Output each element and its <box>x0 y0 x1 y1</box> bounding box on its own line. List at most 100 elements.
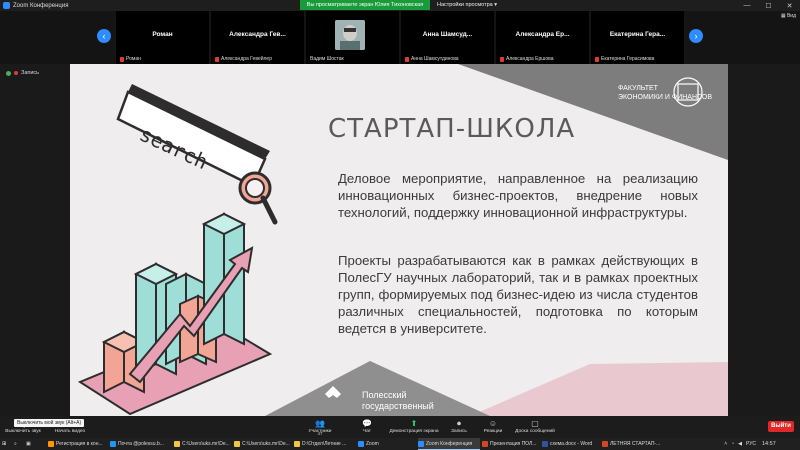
whiteboard-button[interactable]: ▢ Доска сообщений <box>510 416 560 438</box>
zoom-icon <box>358 441 364 447</box>
participant-label: Анна Шамсутдинова <box>405 56 459 62</box>
participant-tile[interactable]: Александра Гев... Александра Гевейлер <box>211 11 304 64</box>
taskbar-item-label: C:\Users\uks.mr\De... <box>182 441 230 447</box>
zoom-logo-icon <box>3 2 10 9</box>
search-icon[interactable]: ⌕ <box>14 438 24 450</box>
folder-icon <box>174 441 180 447</box>
taskbar-item[interactable]: Презентация ПОЛ... <box>482 438 540 450</box>
taskbar-item-label: Zoom <box>366 441 379 447</box>
powerpoint-icon <box>602 441 608 447</box>
share-screen-button[interactable]: ⬆ Демонстрация экрана <box>386 416 442 438</box>
slide-paragraph-2: Проекты разрабатываются как в рамках дей… <box>338 253 698 336</box>
mic-muted-icon <box>405 56 409 62</box>
participant-name: Анна Шамсуд... <box>422 31 473 38</box>
reactions-icon: ☺ <box>488 419 498 428</box>
meeting-toolbar: 🎙 Выключить звук ▭ Начать видео 👥47 Учас… <box>0 416 800 438</box>
participant-tile[interactable]: Екатерина Гера... Екатерина Герасимова <box>591 11 684 64</box>
faculty-line: ЭКОНОМИКИ И ФИНАНСОВ <box>618 94 713 101</box>
taskbar-item[interactable]: ЛЕТНЯЯ СТАРТАП-... <box>602 438 662 450</box>
slide-title: СТАРТАП-ШКОЛА <box>328 114 576 144</box>
strip-prev-button[interactable]: ‹ <box>97 29 111 43</box>
university-line: Полесский <box>362 390 407 400</box>
mic-muted-icon <box>215 56 219 62</box>
participants-button[interactable]: 👥47 Участники <box>300 416 340 438</box>
view-button[interactable]: ▦ Вид <box>748 13 796 23</box>
mute-label: Выключить звук <box>5 429 41 434</box>
participant-name: Александра Гев... <box>229 31 286 38</box>
folder-icon <box>294 441 300 447</box>
window-controls: — ☐ ✕ <box>736 0 800 11</box>
taskbar-item[interactable]: схема.docx - Word <box>542 438 600 450</box>
taskbar-item-label: C:\Users\uks.mr\De... <box>242 441 290 447</box>
video-label: Начать видео <box>54 429 86 434</box>
recording-indicator[interactable]: Запись <box>6 70 39 76</box>
app-title: Zoom Конференция <box>3 2 68 9</box>
participant-label: Роман <box>120 56 141 62</box>
participants-icon: 👥47 <box>315 419 325 436</box>
participant-label-text: Александра Ершова <box>506 56 554 62</box>
wifi-icon: ◔ <box>731 441 735 447</box>
view-settings-menu[interactable]: Настройки просмотра ▾ <box>434 0 500 10</box>
leave-button[interactable]: Выйти <box>768 421 794 432</box>
recording-label: Запись <box>21 70 40 76</box>
participant-name: Александра Ер... <box>515 31 570 38</box>
participant-tile[interactable]: Анна Шамсуд... Анна Шамсутдинова <box>401 11 494 64</box>
taskbar-item-label: Регистрация в кон... <box>56 441 103 447</box>
participant-name: Екатерина Гера... <box>609 31 666 38</box>
taskbar-item[interactable]: Почта @polessu.b... <box>110 438 172 450</box>
chat-icon: 💬 <box>362 419 372 428</box>
taskbar-item[interactable]: C:\Users\uks.mr\De... <box>174 438 232 450</box>
folder-icon <box>234 441 240 447</box>
task-view-icon[interactable]: ▣ <box>26 438 36 450</box>
avatar <box>335 20 365 50</box>
share-screen-icon: ⬆ <box>410 419 418 428</box>
right-pane <box>728 64 800 416</box>
record-icon: ⏺ <box>457 419 461 428</box>
taskbar-item[interactable]: Zoom <box>358 438 416 450</box>
system-tray[interactable]: ˄ ◔ ◀ <box>668 438 742 450</box>
strip-next-button[interactable]: › <box>689 29 703 43</box>
reactions-button[interactable]: ☺ Реакции <box>478 416 508 438</box>
participant-tile[interactable]: Роман Роман <box>116 11 209 64</box>
mail-icon <box>110 441 116 447</box>
language-indicator[interactable]: РУС <box>746 438 756 450</box>
taskbar-item-label: схема.docx - Word <box>550 441 593 447</box>
university-line: государственный <box>362 401 434 411</box>
window-title: Zoom Конференция <box>13 2 69 9</box>
speaker-icon: ◀ <box>738 441 742 447</box>
taskbar-item[interactable]: C:\Users\uks.mr\De... <box>234 438 292 450</box>
slide-paragraph-1: Деловое мероприятие, направленное на реа… <box>338 171 698 220</box>
mic-muted-icon <box>120 56 124 62</box>
shield-icon <box>6 70 11 76</box>
avatar-image <box>335 20 365 50</box>
start-icon[interactable]: ⊞ <box>2 438 12 450</box>
record-label: Запись <box>451 429 467 434</box>
chat-button[interactable]: 💬 Чат <box>352 416 382 438</box>
chevron-up-icon: ˄ <box>724 441 728 447</box>
participant-label-text: Екатерина Герасимова <box>601 56 655 62</box>
minimize-icon[interactable]: — <box>743 2 750 9</box>
taskbar-clock[interactable]: 14:57 <box>762 438 776 450</box>
whiteboard-label: Доска сообщений <box>515 429 555 434</box>
taskbar-item-label: D:\Отдел\Летние ... <box>302 441 347 447</box>
browser-icon <box>48 441 54 447</box>
participant-label-text: Анна Шамсутдинова <box>411 56 459 62</box>
share-banner[interactable]: Вы просматриваете экран Юлия Тихоновская <box>300 0 430 10</box>
maximize-icon[interactable]: ☐ <box>765 2 771 10</box>
record-button[interactable]: ⏺ Запись <box>446 416 472 438</box>
participant-label: Вадим Шостак <box>310 56 344 62</box>
chat-label: Чат <box>363 429 371 434</box>
participant-label-text: Вадим Шостак <box>310 56 344 62</box>
close-icon[interactable]: ✕ <box>787 2 793 10</box>
taskbar-item[interactable]: D:\Отдел\Летние ... <box>294 438 356 450</box>
taskbar-item[interactable]: Регистрация в кон... <box>48 438 108 450</box>
view-button-label: Вид <box>786 13 796 19</box>
taskbar-item-label: Почта @polessu.b... <box>118 441 164 447</box>
taskbar-item[interactable]: Zoom Конференция <box>418 438 480 450</box>
word-icon <box>542 441 548 447</box>
university-name: Полесский государственный <box>362 390 434 412</box>
participant-tile[interactable]: Александра Ер... Александра Ершова <box>496 11 589 64</box>
faculty-line: ФАКУЛЬТЕТ <box>618 85 658 92</box>
taskbar-item-label: ЛЕТНЯЯ СТАРТАП-... <box>610 441 661 447</box>
participants-label: Участники <box>308 429 332 434</box>
